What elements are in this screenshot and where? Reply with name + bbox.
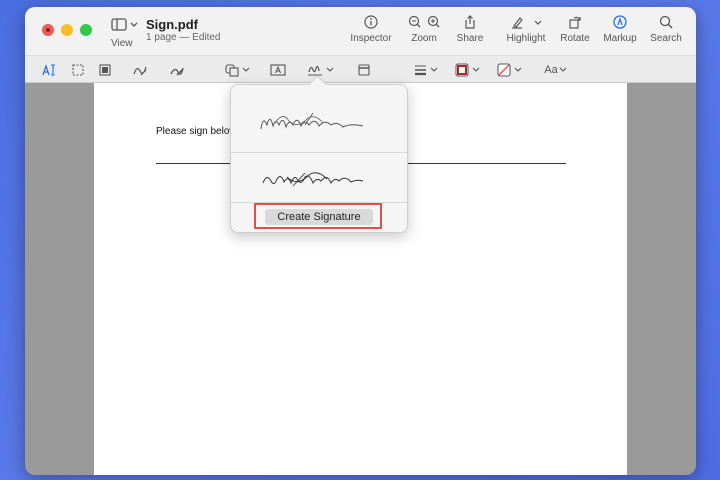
sign-instruction-text: Please sign below <box>156 126 237 137</box>
markup-button[interactable]: Markup <box>601 15 639 44</box>
text-box-tool[interactable] <box>270 61 286 79</box>
highlight-label: Highlight <box>506 33 546 44</box>
zoom-icon <box>408 15 440 28</box>
document-subtitle: 1 page — Edited <box>146 32 221 43</box>
document-title[interactable]: Sign.pdf <box>146 17 198 32</box>
rotate-button[interactable]: Rotate <box>558 15 592 44</box>
signature-popover: Create Signature <box>230 84 408 233</box>
text-style-tool[interactable]: Aa <box>541 61 571 79</box>
sketch-tool[interactable] <box>132 61 148 79</box>
inspector-button[interactable]: Inspector <box>348 15 394 44</box>
zoom-label: Zoom <box>411 33 437 44</box>
fill-color-icon <box>497 63 522 77</box>
shapes-icon <box>225 64 250 77</box>
text-selection-tool[interactable] <box>42 61 58 79</box>
marquee-icon <box>72 64 84 76</box>
border-color-icon <box>455 63 480 77</box>
signature-icon <box>308 65 334 76</box>
text-cursor-icon <box>42 64 55 76</box>
text-box-icon <box>270 64 286 76</box>
sidebar-icon <box>111 18 138 31</box>
zoom-button[interactable]: Zoom <box>406 15 442 44</box>
markup-label: Markup <box>603 33 637 44</box>
minimize-button[interactable] <box>61 24 73 36</box>
search-label: Search <box>650 33 682 44</box>
fill-color-tool[interactable] <box>497 61 525 79</box>
draw-icon <box>170 67 184 76</box>
line-style-icon <box>415 65 438 76</box>
search-button[interactable]: Search <box>648 15 684 44</box>
title-bar: View Sign.pdf 1 page — Edited Inspector … <box>25 7 696 55</box>
share-label: Share <box>456 33 484 44</box>
sidebar-toggle-button[interactable] <box>111 17 141 33</box>
preview-window: View Sign.pdf 1 page — Edited Inspector … <box>25 7 696 475</box>
page-layout-tool[interactable] <box>357 61 371 79</box>
inspector-label: Inspector <box>350 33 392 44</box>
highlighter-icon <box>512 17 542 29</box>
text-style-label: Aa <box>544 64 558 76</box>
search-icon <box>659 15 673 29</box>
view-label: View <box>111 38 133 49</box>
rotate-label: Rotate <box>560 33 590 44</box>
rectangular-selection-tool[interactable] <box>71 61 85 79</box>
handwritten-signature-1 <box>260 112 364 130</box>
rotate-icon <box>569 16 581 29</box>
draw-tool[interactable] <box>169 61 185 79</box>
create-signature-highlight: Create Signature <box>254 203 382 229</box>
redact-icon <box>99 64 111 76</box>
markup-pen-icon <box>613 15 627 29</box>
chevron-down-icon <box>559 67 567 72</box>
sign-tool[interactable] <box>307 61 337 79</box>
create-signature-button[interactable]: Create Signature <box>265 209 373 225</box>
handwritten-signature-2 <box>262 172 364 187</box>
highlight-button[interactable]: Highlight <box>503 15 549 44</box>
share-button[interactable]: Share <box>453 15 487 44</box>
sketch-icon <box>133 66 147 76</box>
markup-toolbar: Aa <box>25 55 696 83</box>
shapes-tool[interactable] <box>225 61 253 79</box>
redact-tool[interactable] <box>98 61 112 79</box>
info-icon <box>364 15 378 29</box>
signature-option-2[interactable] <box>231 153 407 203</box>
share-icon <box>465 15 475 29</box>
close-button[interactable] <box>42 24 54 36</box>
window-icon <box>358 64 370 76</box>
border-color-tool[interactable] <box>455 61 483 79</box>
signature-option-1[interactable] <box>231 85 407 153</box>
line-style-tool[interactable] <box>414 61 440 79</box>
zoom-window-button[interactable] <box>80 24 92 36</box>
